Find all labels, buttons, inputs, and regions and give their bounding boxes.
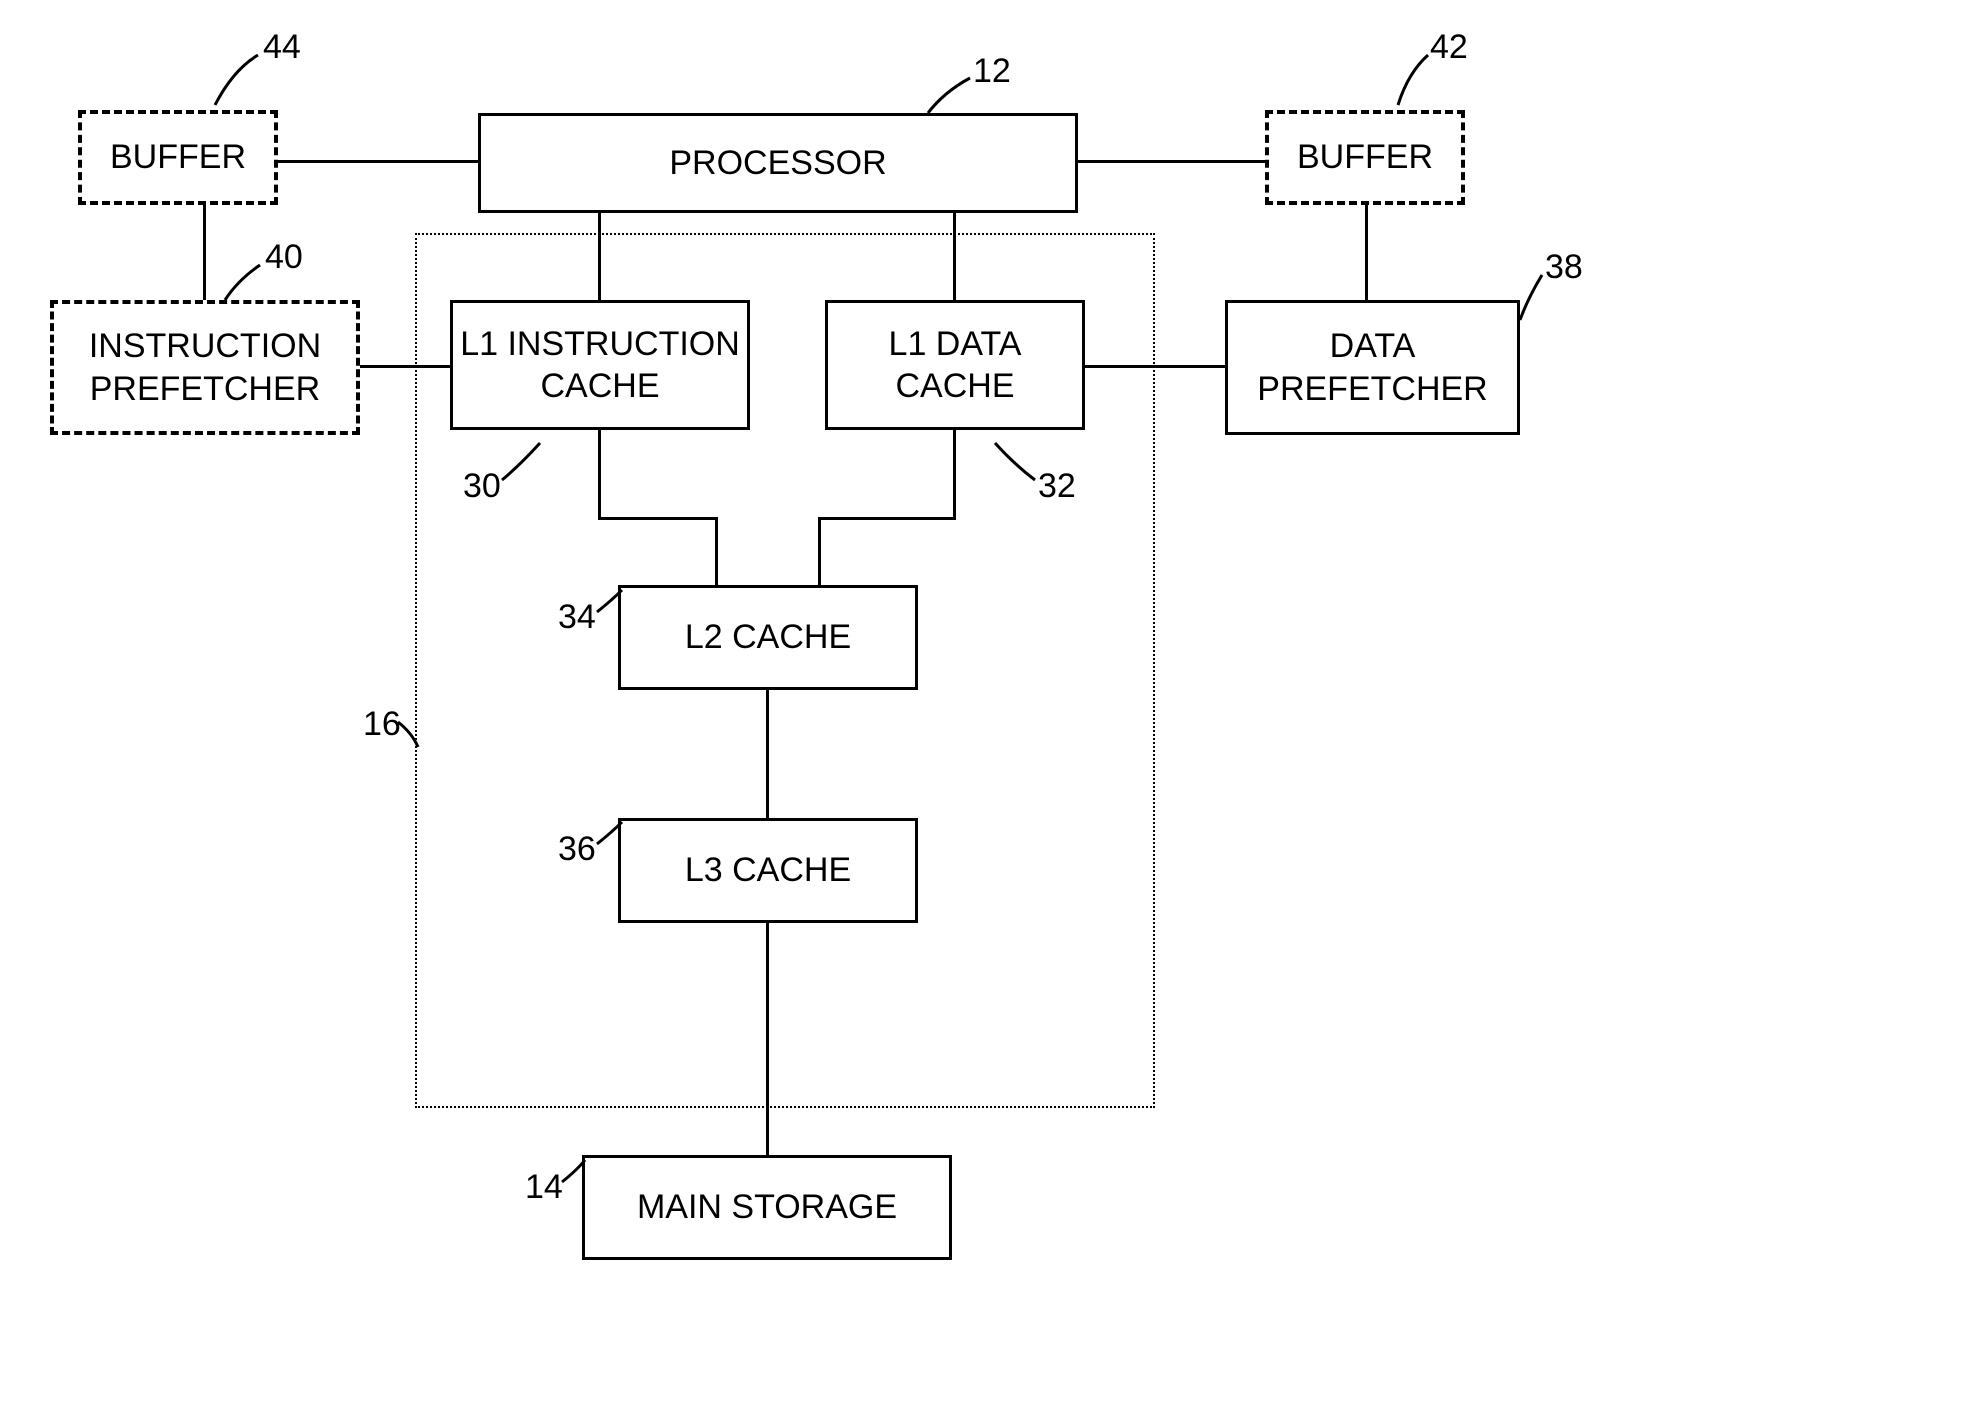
diagram-stage: PROCESSOR BUFFER BUFFER INSTRUCTION PREF… (0, 0, 1968, 1405)
wire (1085, 365, 1225, 368)
wire (818, 517, 821, 585)
wire (715, 517, 718, 585)
data-prefetcher-text: DATA PREFETCHER (1257, 325, 1487, 410)
instruction-prefetcher-box: INSTRUCTION PREFETCHER (50, 300, 360, 435)
l1-data-cache-text: L1 DATA CACHE (889, 323, 1022, 408)
wire (278, 160, 478, 163)
l2-cache-box: L2 CACHE (618, 585, 918, 690)
ref-l1-instr: 30 (463, 467, 501, 506)
buffer-left-text: BUFFER (110, 136, 246, 179)
l2-cache-text: L2 CACHE (685, 616, 851, 659)
wire (203, 205, 206, 300)
instruction-prefetcher-text: INSTRUCTION PREFETCHER (89, 325, 321, 410)
ref-l1-data: 32 (1038, 467, 1076, 506)
ref-buffer-right: 42 (1430, 28, 1468, 67)
l1-instruction-cache-text: L1 INSTRUCTION CACHE (460, 323, 740, 408)
buffer-right-text: BUFFER (1297, 136, 1433, 179)
wire (598, 430, 601, 520)
ref-instr-prefetcher: 40 (265, 238, 303, 277)
l3-cache-text: L3 CACHE (685, 849, 851, 892)
wire (953, 430, 956, 520)
wire (953, 213, 956, 300)
processor-box: PROCESSOR (478, 113, 1078, 213)
processor-text: PROCESSOR (669, 142, 886, 185)
wire (598, 213, 601, 300)
ref-l2: 34 (558, 598, 596, 637)
l3-cache-box: L3 CACHE (618, 818, 918, 923)
buffer-right-box: BUFFER (1265, 110, 1465, 205)
wire (598, 517, 718, 520)
ref-main-storage: 14 (525, 1168, 563, 1207)
wire (1078, 160, 1265, 163)
main-storage-text: MAIN STORAGE (637, 1186, 897, 1229)
ref-data-prefetcher: 38 (1545, 248, 1583, 287)
main-storage-box: MAIN STORAGE (582, 1155, 952, 1260)
data-prefetcher-box: DATA PREFETCHER (1225, 300, 1520, 435)
ref-processor: 12 (973, 52, 1011, 91)
wire (360, 365, 450, 368)
wire (1365, 205, 1368, 300)
ref-cache-group: 16 (363, 705, 401, 744)
l1-data-cache-box: L1 DATA CACHE (825, 300, 1085, 430)
wire (766, 690, 769, 818)
ref-buffer-left: 44 (263, 28, 301, 67)
l1-instruction-cache-box: L1 INSTRUCTION CACHE (450, 300, 750, 430)
ref-l3: 36 (558, 830, 596, 869)
wire (766, 923, 769, 1155)
wire (818, 517, 956, 520)
buffer-left-box: BUFFER (78, 110, 278, 205)
